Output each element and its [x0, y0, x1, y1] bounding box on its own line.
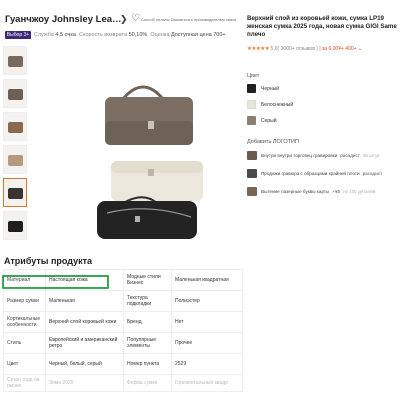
option-image — [247, 151, 257, 160]
thumbnail-strip — [3, 46, 29, 244]
thumbnail[interactable] — [3, 112, 27, 141]
color-label: Цвет — [247, 73, 260, 79]
attr-value: Верхний слой коровьей кожи — [45, 311, 124, 333]
thumbnail[interactable] — [3, 211, 27, 240]
attr-key: Номер пункта — [123, 353, 172, 375]
color-name: Серый — [261, 117, 277, 124]
heart-icon[interactable]: ♡ — [131, 13, 140, 24]
option-price: расадист — [362, 171, 383, 176]
attr-key: Сезон года на рынке — [3, 374, 46, 392]
store-stats: Служба 4,5 очка Скорость возврата 50,10%… — [34, 31, 226, 39]
attr-key: Размер сумки — [3, 290, 46, 312]
table-row: Размер сумки Маленькая Текстура подкладк… — [3, 290, 243, 312]
thumbnail[interactable] — [3, 145, 27, 174]
color-option[interactable]: Серый — [247, 116, 277, 125]
store-title[interactable]: Гуанчжоу Johnsley Leather Pro... — [5, 14, 123, 25]
attr-key: Бренд — [123, 311, 172, 333]
option-name: Продажи гравюра с образцами крайней плот… — [261, 171, 360, 176]
attr-value: Маленькая — [45, 290, 124, 312]
thumbnail[interactable] — [3, 79, 27, 108]
attr-key: Стиль — [3, 332, 46, 354]
option-price: +¥5 — [332, 189, 341, 194]
attributes-title: Атрибуты продукта — [4, 256, 93, 266]
chevron-right-icon[interactable]: ❯ — [120, 14, 128, 25]
engrave-option[interactable]: Внутри внутри торговец гравировки расади… — [247, 151, 379, 160]
table-row: Сезон года на рынке Зима 2025 Форма сумк… — [3, 374, 243, 392]
option-name: Вытение лазерные буквы карты — [261, 189, 330, 194]
option-moq: 30 штук — [362, 153, 380, 158]
attr-key: Кортикальные особенности — [3, 311, 46, 333]
attr-value: Европейский и американский ретро — [45, 332, 124, 354]
color-option[interactable]: Черный — [247, 84, 279, 93]
attr-value: Черный, белый, серый — [45, 353, 124, 375]
color-name: Черный — [261, 85, 280, 92]
star-rating-icon: ★★★★★ — [247, 46, 270, 52]
attr-value: Горизонтальный квадр — [171, 374, 243, 392]
attr-key: Цвет — [3, 353, 46, 375]
rating-line: ★★★★★ 5,0( 3000+ отзывов ) | за 6,00¥+ 4… — [247, 46, 362, 52]
attr-key: Модные стили Бизнес — [123, 269, 172, 291]
speed-value: 50,10% — [128, 32, 148, 38]
price-text[interactable]: | за 6,00¥+ 400+ ⌄ — [319, 46, 362, 52]
score-value: Доступная цена 700+ — [170, 32, 226, 38]
attr-value: Полиэстер — [171, 290, 243, 312]
color-name: Белоснежный — [261, 101, 294, 108]
table-row: Стиль Европейский и американский ретро П… — [3, 332, 243, 354]
attr-value: Маленькая квадратная — [171, 269, 243, 291]
option-price: расадист — [340, 153, 360, 158]
rating-value: 4,5 очка — [55, 32, 76, 38]
attr-key: Текстура подкладки — [123, 290, 172, 312]
attr-key: Форма сумки — [123, 374, 172, 392]
attr-value: Прочее — [171, 332, 243, 354]
table-row: Цвет Черный, белый, серый Номер пункта 2… — [3, 353, 243, 375]
thumbnail-selected[interactable] — [3, 178, 27, 207]
attr-value: 2529 — [171, 353, 243, 375]
engrave-label: Добавить ЛОГОТИП — [247, 139, 299, 145]
swatch-image — [247, 116, 256, 125]
attr-value: Нет — [171, 311, 243, 333]
table-row: Кортикальные особенности Верхний слой ко… — [3, 311, 243, 333]
speed-label: Скорость возврата — [79, 32, 128, 38]
option-image — [247, 169, 257, 178]
engrave-option[interactable]: Продажи гравюра с образцами крайней плот… — [247, 169, 382, 178]
rating-label: Служба — [34, 32, 54, 38]
supplier-badge: Выбор 3+ лет — [5, 31, 31, 46]
attr-value: Зима 2025 — [45, 374, 124, 392]
option-name: Внутри внутри торговец гравировки — [261, 153, 338, 158]
product-title: Верхний слой из коровьей кожи, сумка LP1… — [247, 15, 397, 38]
thumbnail[interactable] — [3, 46, 27, 75]
swatch-image — [247, 84, 256, 93]
swatch-image — [247, 100, 256, 109]
rating-text[interactable]: 5,0( 3000+ отзывов ) — [271, 46, 318, 52]
engrave-option[interactable]: Вытение лазерные буквы карты +¥5 из 100 … — [247, 187, 376, 196]
color-option[interactable]: Белоснежный — [247, 100, 293, 109]
option-moq: из 100 деталей — [343, 189, 376, 194]
highlight-box — [2, 275, 109, 289]
main-product-image[interactable] — [35, 41, 233, 245]
score-label: Оценка — [150, 32, 170, 38]
attr-key: Популярные элементы — [123, 332, 172, 354]
option-image — [247, 187, 257, 196]
header-links[interactable]: Способ оплаты Связаться с производителем… — [141, 17, 236, 22]
